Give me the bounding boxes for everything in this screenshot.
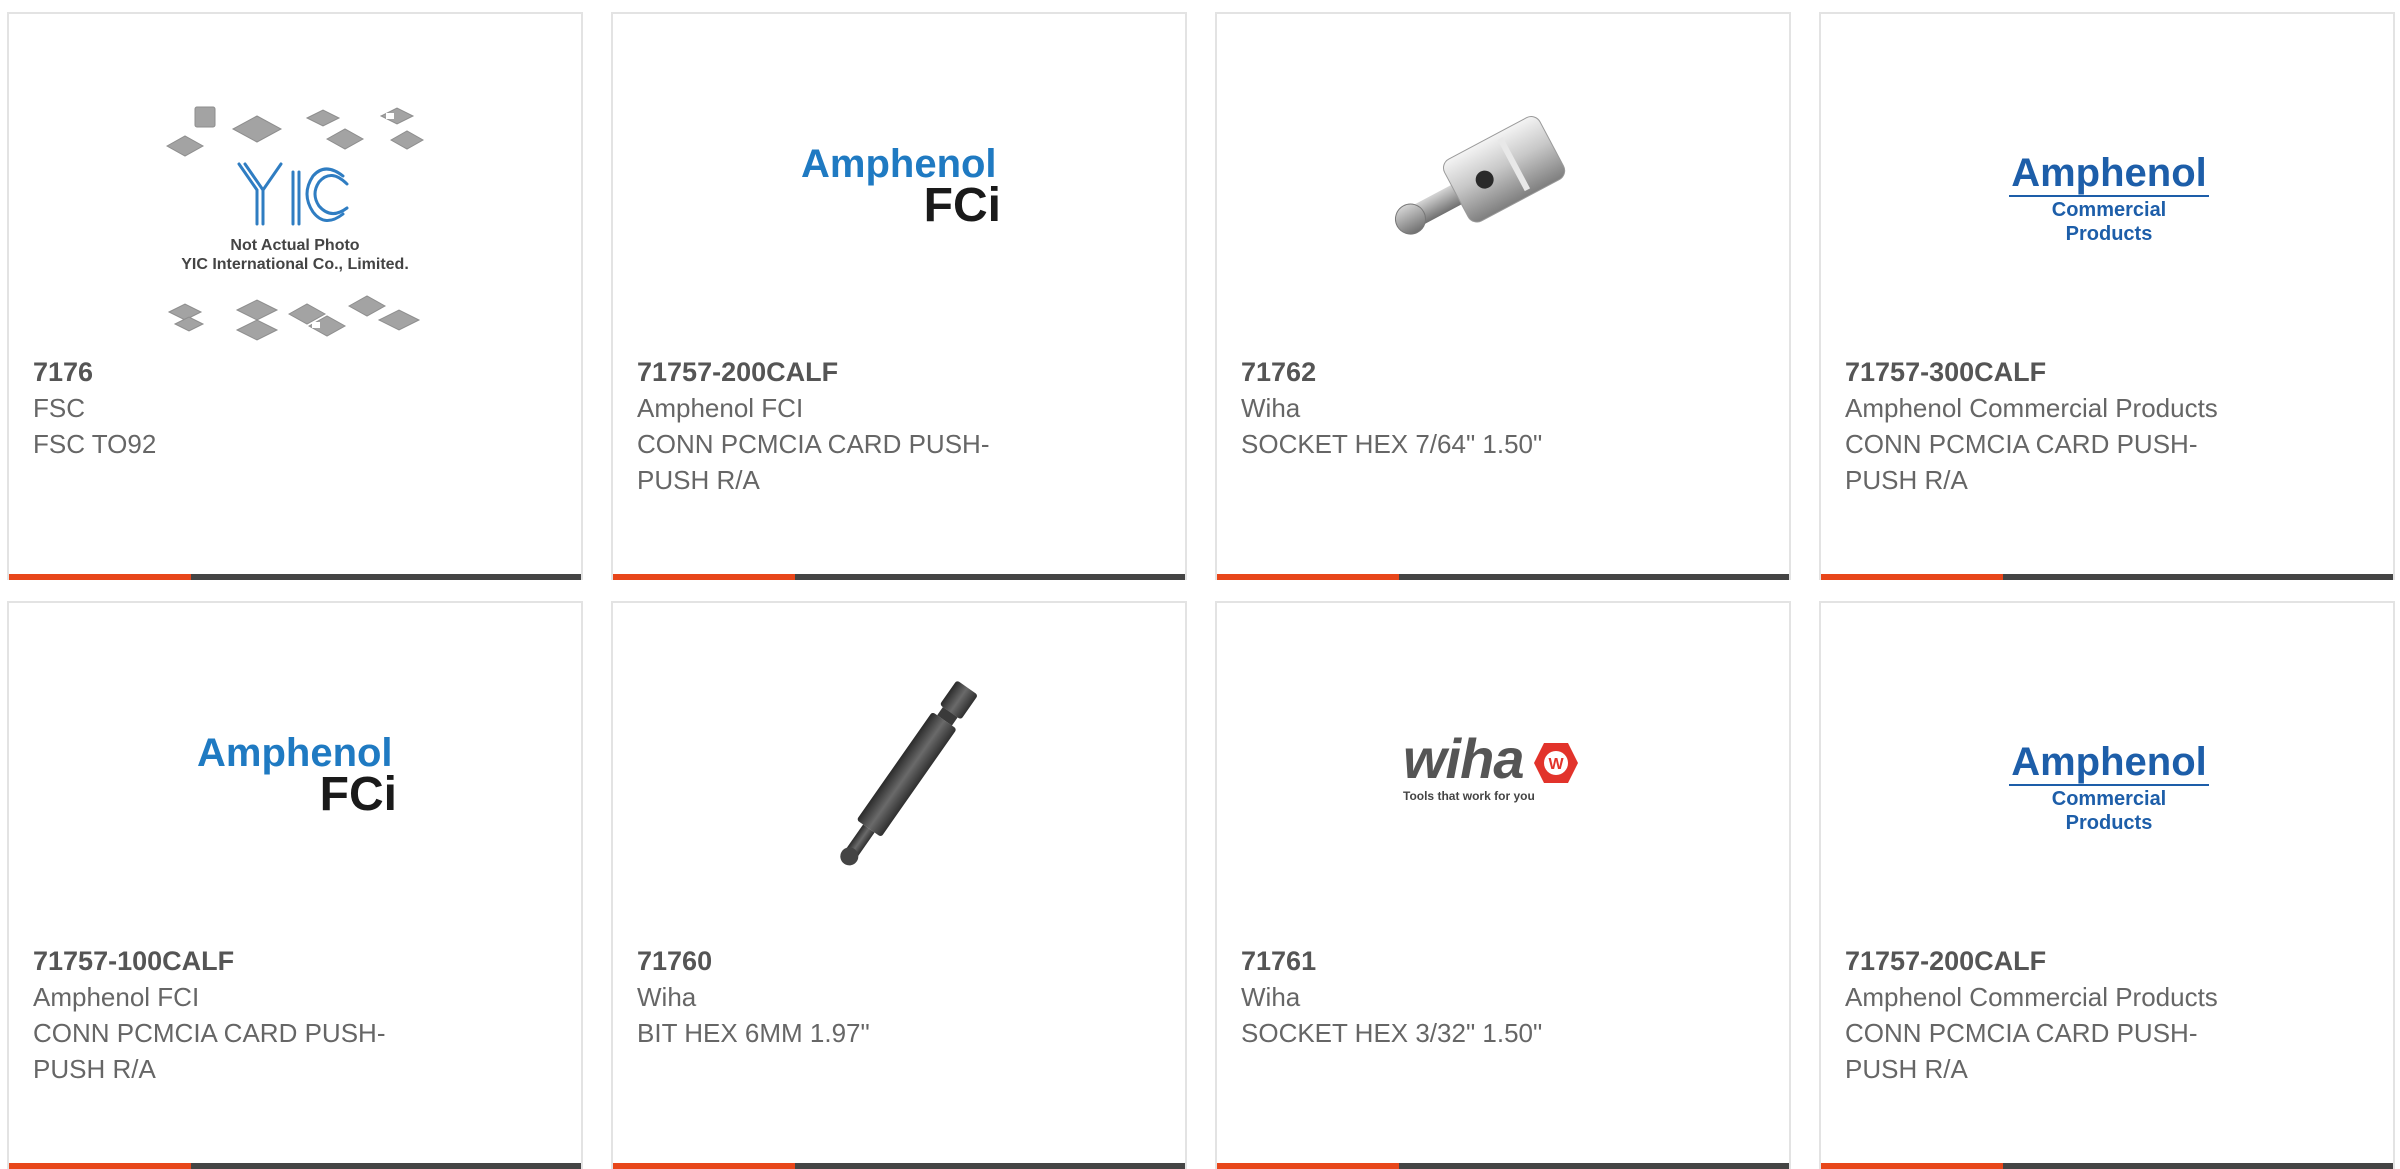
logo-line1: Amphenol [801, 142, 997, 186]
product-image[interactable]: wiha W Tools that work for you [1217, 603, 1789, 943]
logo-line2: FCi [923, 179, 1001, 232]
logo-line2: FCi [319, 768, 397, 821]
logo-rule [2009, 784, 2209, 786]
product-card[interactable]: Amphenol Commercial Products 71757-300CA… [1819, 12, 2395, 580]
product-image[interactable]: Amphenol Commercial Products [1821, 603, 2393, 943]
part-number[interactable]: 71757-300CALF [1845, 354, 2265, 390]
logo-rule [2009, 195, 2209, 197]
part-number[interactable]: 71757-200CALF [1845, 943, 2265, 979]
product-card[interactable]: Not Actual Photo YIC International Co., … [7, 12, 583, 580]
part-number[interactable]: 71757-200CALF [637, 354, 1057, 390]
part-number[interactable]: 71760 [637, 943, 1057, 979]
logo-line2: Commercial Products [2051, 199, 2167, 245]
description: FSC TO92 [33, 429, 157, 459]
product-card[interactable]: Amphenol Commercial Products 71757-200CA… [1819, 601, 2395, 1169]
description: CONN PCMCIA CARD PUSH-PUSH R/A [637, 429, 990, 495]
product-info: 71757-100CALF Amphenol FCI CONN PCMCIA C… [33, 943, 453, 1087]
product-info: 71760 Wiha BIT HEX 6MM 1.97" [637, 943, 1057, 1051]
product-info: 71762 Wiha SOCKET HEX 7/64" 1.50" [1241, 354, 1661, 462]
description: CONN PCMCIA CARD PUSH-PUSH R/A [1845, 1018, 2198, 1084]
wiha-badge-icon: W [1533, 743, 1578, 783]
card-bottom-bar [1821, 574, 2393, 580]
description: BIT HEX 6MM 1.97" [637, 1018, 870, 1048]
card-bottom-bar [1821, 1163, 2393, 1169]
card-bottom-bar [9, 574, 581, 580]
wiha-wordmark: wiha [1403, 727, 1524, 790]
manufacturer: Amphenol FCI [33, 982, 200, 1012]
product-info: 71761 Wiha SOCKET HEX 3/32" 1.50" [1241, 943, 1661, 1051]
card-accent [9, 574, 191, 580]
wiha-tagline: Tools that work for you [1403, 789, 1535, 803]
card-accent [1217, 574, 1399, 580]
card-accent [613, 1163, 795, 1169]
card-bottom-bar [1217, 1163, 1789, 1169]
product-card[interactable]: Amphenol FCi 71757-100CALF Amphenol FCI … [7, 601, 583, 1169]
description: SOCKET HEX 7/64" 1.50" [1241, 429, 1543, 459]
logo-line1: Amphenol [197, 731, 393, 775]
hex-socket-icon [1394, 116, 1566, 235]
yic-caption-line2: YIC International Co., Limited. [181, 256, 409, 273]
description: CONN PCMCIA CARD PUSH-PUSH R/A [33, 1018, 386, 1084]
product-info: 71757-300CALF Amphenol Commercial Produc… [1845, 354, 2265, 498]
card-accent [9, 1163, 191, 1169]
product-info: 71757-200CALF Amphenol FCI CONN PCMCIA C… [637, 354, 1057, 498]
product-image[interactable]: Amphenol FCi [9, 603, 581, 943]
product-card[interactable]: 71760 Wiha BIT HEX 6MM 1.97" [611, 601, 1187, 1169]
manufacturer: Wiha [1241, 982, 1301, 1012]
card-accent [1821, 1163, 2003, 1169]
part-number[interactable]: 71757-100CALF [33, 943, 453, 979]
amphenol-commercial-logo: Amphenol Commercial Products [2007, 152, 2211, 246]
manufacturer: Amphenol Commercial Products [1845, 982, 2218, 1012]
manufacturer: Amphenol FCI [637, 393, 804, 423]
yic-caption: Not Actual Photo YIC International Co., … [9, 236, 581, 274]
logo-line2: Commercial Products [2051, 788, 2167, 834]
part-number[interactable]: 7176 [33, 354, 453, 390]
product-image[interactable] [1217, 14, 1789, 354]
product-card[interactable]: wiha W Tools that work for you 71761 Wih… [1215, 601, 1791, 1169]
product-card[interactable]: Amphenol FCi 71757-200CALF Amphenol FCI … [611, 12, 1187, 580]
product-image[interactable]: Not Actual Photo YIC International Co., … [9, 14, 581, 354]
card-accent [1821, 574, 2003, 580]
card-bottom-bar [9, 1163, 581, 1169]
card-accent [1217, 1163, 1399, 1169]
card-bottom-bar [613, 574, 1185, 580]
product-info: 7176 FSC FSC TO92 [33, 354, 453, 462]
hex-bit-icon [840, 681, 977, 866]
part-number[interactable]: 71761 [1241, 943, 1661, 979]
manufacturer: Amphenol Commercial Products [1845, 393, 2218, 423]
manufacturer: Wiha [1241, 393, 1301, 423]
part-number[interactable]: 71762 [1241, 354, 1661, 390]
card-accent [613, 574, 795, 580]
manufacturer: FSC [33, 393, 85, 423]
product-info: 71757-200CALF Amphenol Commercial Produc… [1845, 943, 2265, 1087]
amphenol-commercial-logo: Amphenol Commercial Products [2007, 741, 2211, 835]
product-image[interactable]: Amphenol Commercial Products [1821, 14, 2393, 354]
manufacturer: Wiha [637, 982, 697, 1012]
description: CONN PCMCIA CARD PUSH-PUSH R/A [1845, 429, 2198, 495]
amphenol-fci-logo: Amphenol FCi [801, 144, 1001, 230]
product-image[interactable] [613, 603, 1185, 943]
yic-caption-line1: Not Actual Photo [230, 237, 360, 254]
product-image[interactable]: Amphenol FCi [613, 14, 1185, 354]
product-grid: Not Actual Photo YIC International Co., … [0, 0, 2400, 1169]
logo-line1: Amphenol [2011, 740, 2207, 784]
wiha-badge-letter: W [1548, 756, 1564, 773]
amphenol-fci-logo: Amphenol FCi [197, 733, 397, 819]
card-bottom-bar [613, 1163, 1185, 1169]
logo-line1: Amphenol [2011, 151, 2207, 195]
description: SOCKET HEX 3/32" 1.50" [1241, 1018, 1543, 1048]
yic-placeholder-image [165, 106, 425, 341]
wiha-logo: wiha W Tools that work for you [1403, 731, 1613, 803]
product-card[interactable]: 71762 Wiha SOCKET HEX 7/64" 1.50" [1215, 12, 1791, 580]
card-bottom-bar [1217, 574, 1789, 580]
